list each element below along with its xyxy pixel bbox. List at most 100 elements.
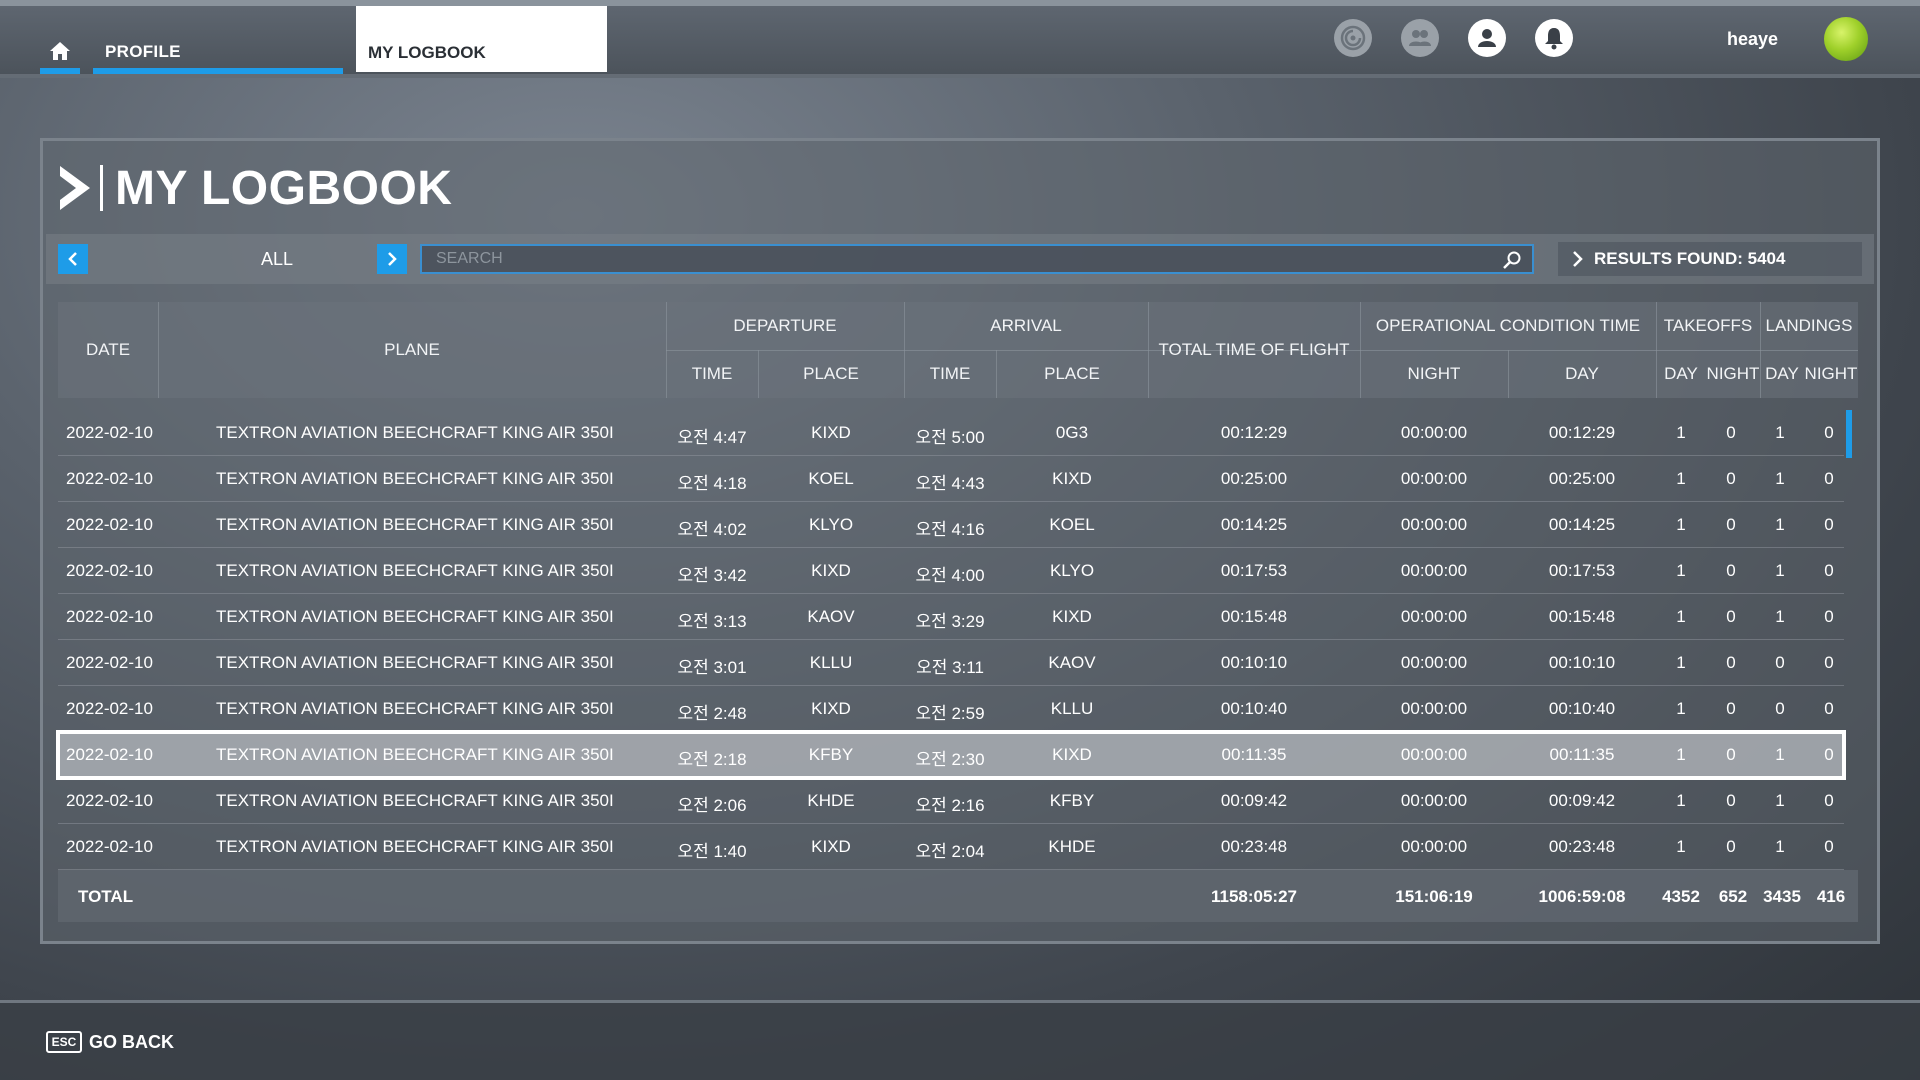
table-row[interactable]: 2022-02-10 TEXTRON AVIATION BEECHCRAFT KI…: [58, 594, 1844, 640]
chevron-left-icon: [68, 252, 77, 266]
cell-day: 00:15:48: [1548, 607, 1616, 626]
cell-takeoffs-day: 1: [1676, 791, 1686, 810]
totals-row: TOTAL 1158:05:27 151:06:19 1006:59:08 43…: [58, 870, 1858, 922]
table-row[interactable]: 2022-02-10 TEXTRON AVIATION BEECHCRAFT KI…: [58, 502, 1844, 548]
cell-landings-night: 0: [1824, 837, 1834, 856]
table-row[interactable]: 2022-02-10 TEXTRON AVIATION BEECHCRAFT KI…: [58, 640, 1844, 686]
cell-arrival-time: 오전 3:29: [915, 612, 985, 631]
cell-takeoffs-day: 1: [1676, 653, 1686, 672]
cell-night: 00:00:00: [1400, 607, 1468, 626]
column-header-landings-night[interactable]: NIGHT: [1804, 350, 1858, 398]
column-header-night[interactable]: NIGHT: [1360, 350, 1508, 398]
cell-night: 00:00:00: [1400, 653, 1468, 672]
cell-arrival-place: KLYO: [1049, 561, 1095, 580]
cell-date: 2022-02-10: [66, 699, 153, 718]
column-header-date[interactable]: DATE: [58, 302, 158, 398]
cell-total-time: 00:14:25: [1220, 515, 1288, 534]
avatar[interactable]: [1824, 17, 1868, 61]
table-row[interactable]: 2022-02-10 TEXTRON AVIATION BEECHCRAFT KI…: [58, 686, 1844, 732]
column-header-arrival-place[interactable]: PLACE: [996, 350, 1148, 398]
cell-date: 2022-02-10: [66, 561, 153, 580]
profile-button[interactable]: [1468, 19, 1506, 57]
cell-arrival-time: 오전 4:00: [915, 566, 985, 585]
cell-departure-time: 오전 3:42: [677, 566, 747, 585]
column-header-takeoffs: TAKEOFFS: [1663, 316, 1753, 335]
tab-home[interactable]: [40, 30, 80, 74]
column-header-departure-place[interactable]: PLACE: [758, 350, 904, 398]
friends-button[interactable]: [1401, 19, 1439, 57]
cell-total-time: 00:25:00: [1220, 469, 1288, 488]
esc-key-hint[interactable]: ESC: [46, 1031, 82, 1053]
cell-landings-day: 1: [1775, 791, 1785, 810]
cell-plane: TEXTRON AVIATION BEECHCRAFT KING AIR 350…: [216, 791, 614, 810]
page-title: MY LOGBOOK: [115, 161, 453, 215]
cell-total-time: 00:10:40: [1220, 699, 1288, 718]
cell-plane: TEXTRON AVIATION BEECHCRAFT KING AIR 350…: [216, 561, 614, 580]
table-row[interactable]: 2022-02-10 TEXTRON AVIATION BEECHCRAFT KI…: [58, 824, 1844, 870]
column-header-departure-time[interactable]: TIME: [666, 350, 758, 398]
cell-departure-place: KAOV: [807, 607, 855, 626]
cell-landings-day: 1: [1775, 837, 1785, 856]
cell-takeoffs-day: 1: [1676, 561, 1686, 580]
column-header-takeoffs-night[interactable]: NIGHT: [1706, 350, 1760, 398]
totals-takeoffs-day: 4352: [1662, 887, 1700, 906]
activity-button[interactable]: [1334, 19, 1372, 57]
cell-night: 00:00:00: [1400, 423, 1468, 442]
cell-takeoffs-night: 0: [1726, 745, 1736, 764]
cell-plane: TEXTRON AVIATION BEECHCRAFT KING AIR 350…: [216, 607, 614, 626]
cell-takeoffs-night: 0: [1726, 469, 1736, 488]
table-row[interactable]: 2022-02-10 TEXTRON AVIATION BEECHCRAFT KI…: [58, 410, 1844, 456]
table-row[interactable]: 2022-02-10 TEXTRON AVIATION BEECHCRAFT KI…: [58, 456, 1844, 502]
tab-profile[interactable]: PROFILE: [93, 30, 343, 74]
column-header-departure: DEPARTURE: [733, 316, 837, 335]
filter-prev-button[interactable]: [58, 244, 88, 274]
cell-landings-night: 0: [1824, 607, 1834, 626]
cell-takeoffs-night: 0: [1726, 653, 1736, 672]
friends-icon: [1409, 30, 1431, 46]
cell-arrival-place: KIXD: [1052, 607, 1092, 626]
notifications-button[interactable]: [1535, 19, 1573, 57]
cell-takeoffs-day: 1: [1676, 607, 1686, 626]
cell-date: 2022-02-10: [66, 469, 153, 488]
cell-departure-time: 오전 4:02: [677, 520, 747, 539]
cell-landings-night: 0: [1824, 515, 1834, 534]
home-icon: [50, 42, 70, 60]
cell-landings-day: 0: [1775, 653, 1785, 672]
cell-departure-place: KHDE: [807, 791, 855, 810]
tab-home-underline: [40, 68, 80, 74]
cell-day: 00:11:35: [1549, 745, 1615, 764]
column-header-total-time[interactable]: TOTAL TIME OF FLIGHT: [1148, 302, 1360, 398]
table-row[interactable]: 2022-02-10 TEXTRON AVIATION BEECHCRAFT KI…: [56, 730, 1846, 780]
cell-takeoffs-day: 1: [1676, 469, 1686, 488]
search-field[interactable]: [420, 244, 1534, 274]
cell-total-time: 00:11:35: [1221, 745, 1287, 764]
column-header-takeoffs-day[interactable]: DAY: [1656, 350, 1706, 398]
cell-day: 00:23:48: [1548, 837, 1616, 856]
cell-arrival-place: KLLU: [1050, 699, 1094, 718]
cell-arrival-time: 오전 4:16: [915, 520, 985, 539]
cell-landings-day: 1: [1775, 745, 1785, 764]
cell-departure-time: 오전 3:01: [677, 658, 747, 677]
totals-day: 1006:59:08: [1538, 887, 1626, 906]
column-header-arrival-time[interactable]: TIME: [904, 350, 996, 398]
cell-departure-place: KIXD: [811, 837, 851, 856]
cell-night: 00:00:00: [1400, 745, 1468, 764]
table-row[interactable]: 2022-02-10 TEXTRON AVIATION BEECHCRAFT KI…: [58, 778, 1844, 824]
go-back-button[interactable]: GO BACK: [89, 1032, 174, 1053]
cell-departure-place: KIXD: [811, 561, 851, 580]
filter-next-button[interactable]: [377, 244, 407, 274]
column-header-plane[interactable]: PLANE: [158, 302, 666, 398]
cell-landings-day: 0: [1775, 699, 1785, 718]
cell-day: 00:14:25: [1548, 515, 1616, 534]
search-icon[interactable]: [1502, 250, 1522, 270]
cell-day: 00:12:29: [1548, 423, 1616, 442]
totals-night: 151:06:19: [1395, 887, 1473, 906]
cell-takeoffs-night: 0: [1726, 423, 1736, 442]
column-header-day[interactable]: DAY: [1508, 350, 1656, 398]
tab-my-logbook[interactable]: MY LOGBOOK: [356, 6, 607, 72]
column-header-landings-day[interactable]: DAY: [1760, 350, 1804, 398]
search-input[interactable]: [422, 246, 1532, 272]
filter-bar: ALL RESULTS FOUND: 5404: [46, 234, 1874, 284]
table-row[interactable]: 2022-02-10 TEXTRON AVIATION BEECHCRAFT KI…: [58, 548, 1844, 594]
cell-landings-night: 0: [1824, 423, 1834, 442]
